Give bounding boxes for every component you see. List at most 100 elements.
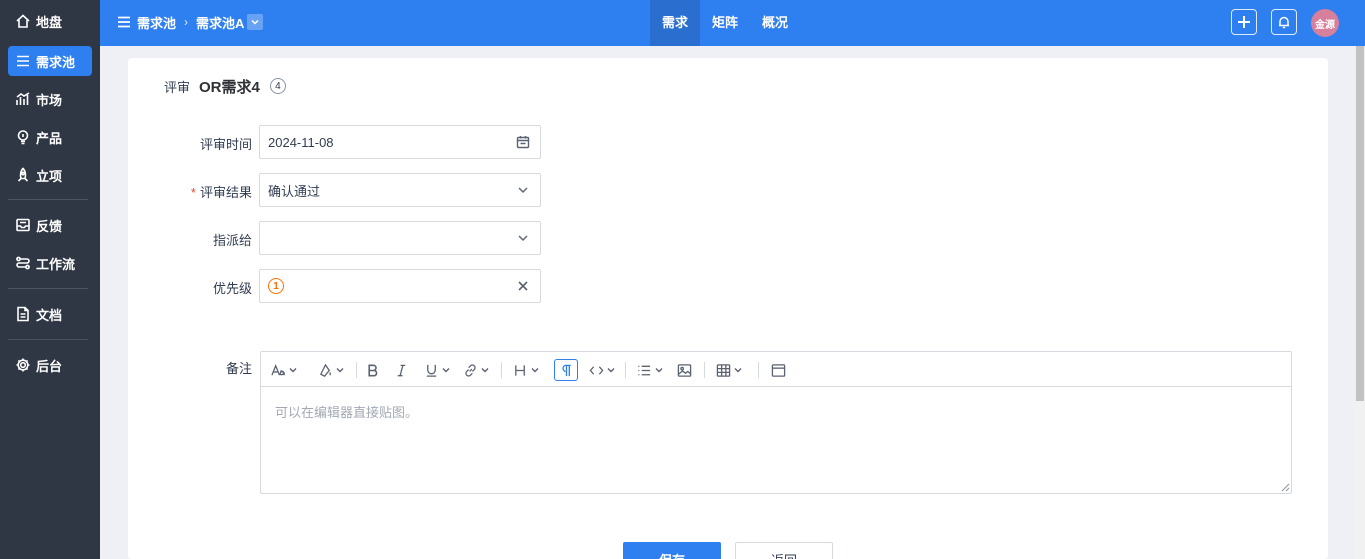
toolbar-separator (704, 362, 705, 378)
chevron-down-icon (516, 183, 530, 197)
chevron-down-icon (516, 231, 530, 245)
font-size-icon (271, 363, 285, 375)
scrollbar-thumb[interactable] (1356, 46, 1364, 401)
sidebar-item-demand-pool[interactable]: 需求池 (8, 46, 92, 76)
sidebar-item-project[interactable]: 立项 (8, 160, 92, 190)
back-button[interactable]: 返回 (735, 542, 833, 559)
chevron-down-icon (734, 368, 742, 373)
sidebar-divider (8, 199, 88, 200)
tab-matrix[interactable]: 矩阵 (700, 0, 750, 46)
chevron-down-icon[interactable] (247, 14, 264, 30)
rocket-icon (14, 166, 32, 184)
notes-editor[interactable]: 可以在编辑器直接贴图。 (260, 351, 1292, 494)
sidebar-item-docs[interactable]: 文档 (8, 299, 92, 329)
sidebar-item-admin[interactable]: 后台 (8, 350, 92, 380)
tab-overview[interactable]: 概况 (750, 0, 800, 46)
sidebar-item-label: 立项 (36, 168, 63, 184)
sidebar-item-dashboard[interactable]: 地盘 (8, 6, 92, 36)
font-size-button[interactable] (271, 359, 297, 381)
sidebar-item-workflow[interactable]: 工作流 (8, 248, 92, 278)
bullet-list-icon (638, 365, 651, 375)
underline-icon (426, 364, 437, 377)
sidebar-item-label: 工作流 (36, 256, 76, 272)
sidebar-item-label: 需求池 (36, 54, 76, 70)
avatar[interactable]: 金源 (1311, 9, 1339, 37)
paragraph-button[interactable] (554, 359, 578, 381)
calendar-icon[interactable] (516, 135, 530, 149)
breadcrumb-item[interactable]: 需求池 (137, 13, 176, 32)
save-button[interactable]: 保存 (623, 542, 721, 559)
chevron-down-icon (442, 368, 450, 373)
required-mark: * (190, 185, 196, 200)
workflow-icon (14, 254, 32, 272)
code-icon (589, 365, 604, 375)
breadcrumb: 需求池 › 需求池A (117, 0, 264, 44)
paint-bucket-icon (319, 363, 331, 377)
italic-icon (397, 364, 406, 376)
top-tabs: 需求 矩阵 概况 (650, 0, 800, 46)
add-button[interactable] (1231, 9, 1257, 35)
underline-button[interactable] (424, 359, 450, 381)
sidebar: 地盘 需求池 市场 产品 立项 反馈 工作流 文档 后台 (0, 0, 100, 559)
bold-icon (368, 364, 378, 376)
sidebar-item-product[interactable]: 产品 (8, 122, 92, 152)
sidebar-item-label: 产品 (36, 130, 63, 146)
sidebar-item-label: 后台 (36, 358, 63, 374)
sidebar-item-label: 反馈 (36, 218, 63, 234)
image-button[interactable] (677, 359, 692, 381)
tab-demand[interactable]: 需求 (650, 0, 701, 46)
sidebar-divider (8, 339, 88, 340)
image-icon (677, 363, 692, 377)
bold-button[interactable] (365, 359, 380, 381)
paragraph-icon (561, 364, 571, 376)
chevron-down-icon (655, 368, 663, 373)
notes-placeholder: 可以在编辑器直接贴图。 (275, 405, 419, 420)
assign-to-label: 指派给 (212, 233, 252, 248)
priority-badge: 1 (268, 278, 284, 294)
home-icon (14, 12, 32, 30)
heading-button[interactable] (513, 359, 539, 381)
heading-icon (515, 364, 525, 376)
sidebar-item-label: 地盘 (36, 14, 63, 30)
close-icon[interactable] (516, 279, 530, 293)
toolbar-separator (501, 362, 502, 378)
review-result-label: * 评审结果 (190, 185, 252, 200)
breadcrumb-item-current[interactable]: 需求池A (196, 13, 244, 32)
scrollbar[interactable] (1355, 46, 1365, 559)
chevron-down-icon (481, 368, 489, 373)
id-badge: 4 (269, 78, 286, 94)
review-time-input[interactable]: 2024-11-08 (259, 125, 541, 159)
sidebar-item-feedback[interactable]: 反馈 (8, 210, 92, 240)
list-button[interactable] (637, 359, 663, 381)
top-bar: 需求池 › 需求池A 需求 矩阵 概况 金源 (100, 0, 1365, 46)
sidebar-divider (8, 288, 88, 289)
bulb-icon (14, 128, 32, 146)
review-time-value: 2024-11-08 (268, 134, 334, 150)
priority-select[interactable]: 1 (259, 269, 541, 303)
chevron-down-icon (531, 368, 539, 373)
title-prefix: 评审 (164, 79, 191, 95)
window-icon (771, 363, 786, 377)
bell-icon (1279, 16, 1289, 29)
review-result-select[interactable]: 确认通过 (259, 173, 541, 207)
priority-label: 优先级 (212, 281, 252, 296)
assign-to-select[interactable] (259, 221, 541, 255)
link-icon (465, 363, 476, 377)
notes-label: 备注 (225, 361, 252, 376)
notification-button[interactable] (1271, 9, 1297, 35)
page-title: 评审 OR需求4 4 (164, 76, 286, 96)
table-button[interactable] (716, 359, 742, 381)
italic-button[interactable] (394, 359, 409, 381)
chevron-right-icon: › (184, 15, 189, 29)
code-button[interactable] (589, 359, 615, 381)
menu-icon[interactable] (117, 15, 131, 29)
sidebar-item-label: 市场 (36, 92, 63, 108)
link-button[interactable] (463, 359, 489, 381)
resize-handle-icon[interactable] (1280, 482, 1290, 492)
toolbar-separator (625, 362, 626, 378)
sidebar-item-market[interactable]: 市场 (8, 84, 92, 114)
list-icon (14, 52, 32, 70)
fullscreen-button[interactable] (771, 359, 786, 381)
document-icon (14, 305, 32, 323)
text-color-button[interactable] (318, 359, 344, 381)
